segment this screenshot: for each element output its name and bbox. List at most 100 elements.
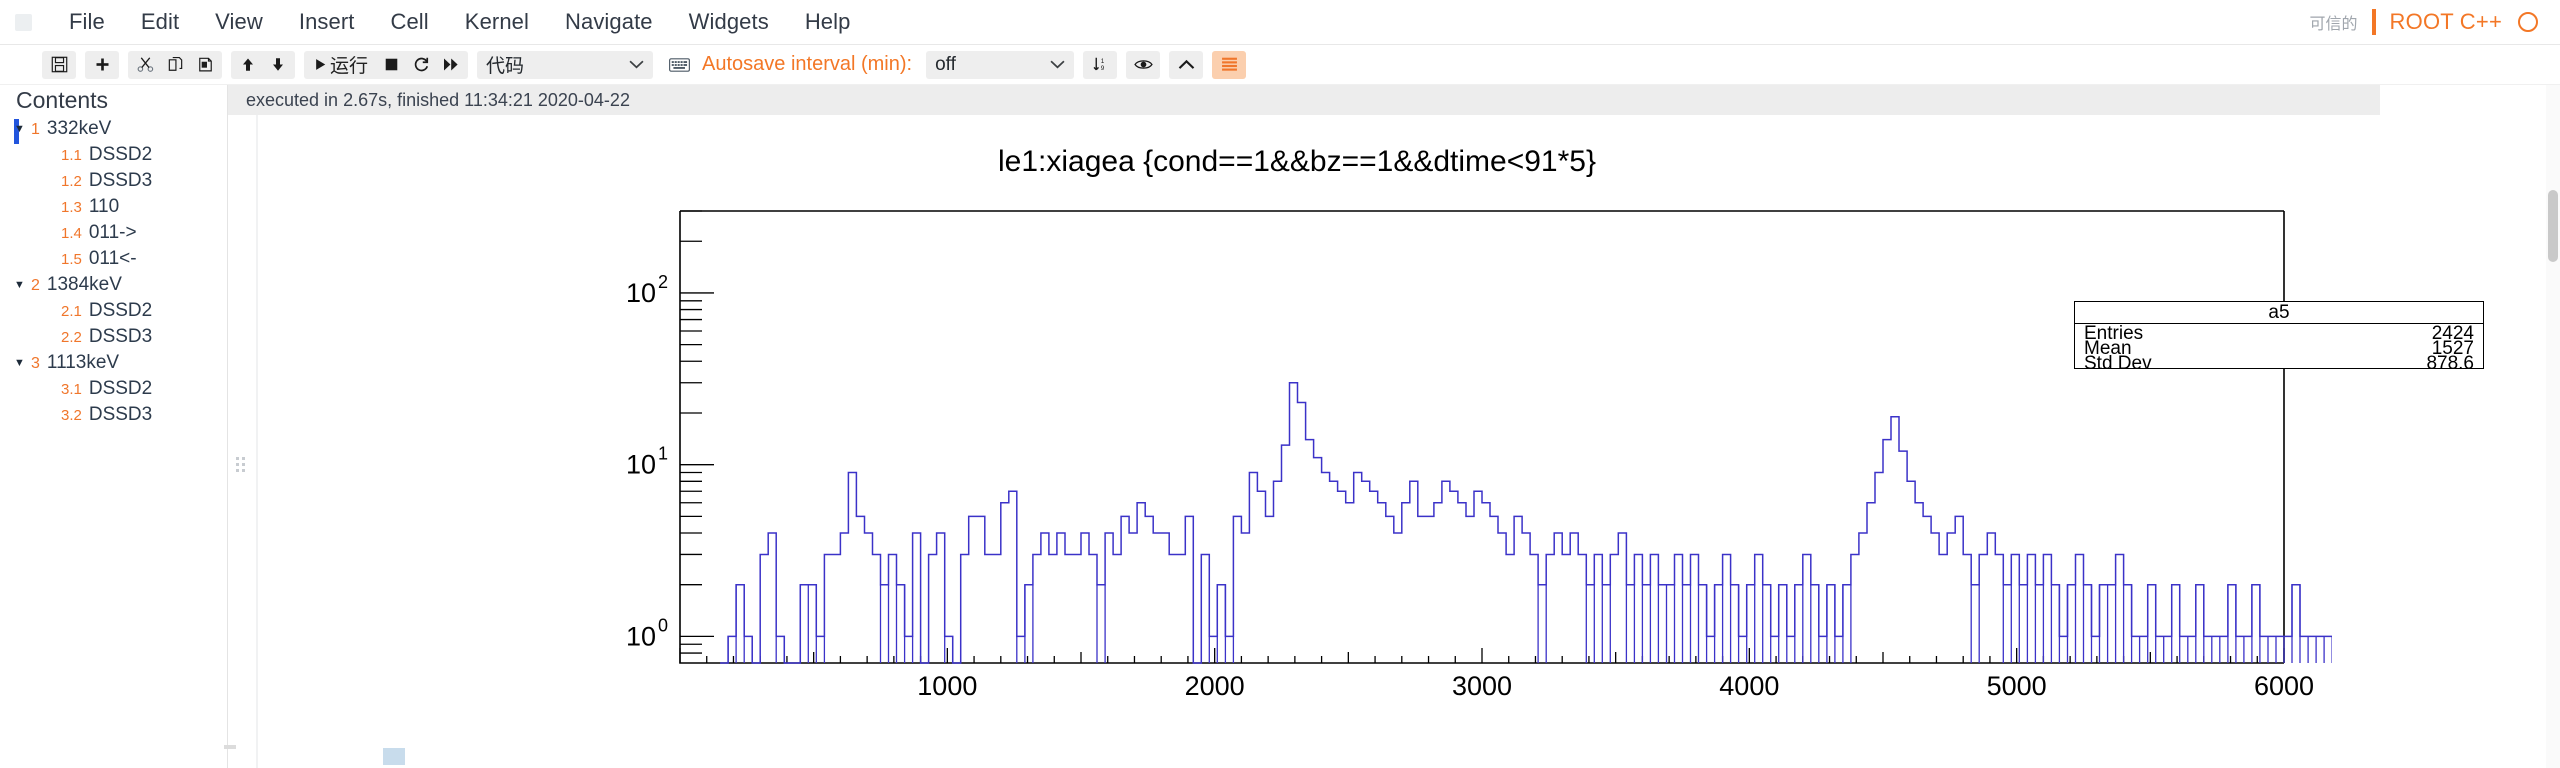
jupyter-notebook-window: File Edit View Insert Cell Kernel Naviga… — [0, 0, 2560, 768]
root-canvas-output: le1:xiagea {cond==1&&bz==1&&dtime<91*5} … — [262, 123, 2484, 748]
toc-item-1384kev[interactable]: ▼ 2 1384keV — [0, 274, 227, 300]
menu-item-edit[interactable]: Edit — [123, 5, 197, 39]
toolbar: 运行 代码 Autosave interval (min): off 1 9 — [0, 45, 2560, 85]
menu-item-view[interactable]: View — [197, 5, 281, 39]
toc-item-label: DSSD3 — [88, 326, 153, 347]
triangle-down-icon[interactable]: ▼ — [14, 358, 27, 369]
triangle-down-icon[interactable]: ▼ — [14, 124, 27, 135]
keyboard-icon[interactable] — [662, 50, 697, 79]
histogram-plot: 10 010 110 21000 2000 3000 4000 5000 6000 — [626, 210, 2332, 701]
toc-item-number: 2 — [31, 277, 40, 294]
svg-text:9: 9 — [1100, 65, 1104, 72]
paste-icon[interactable] — [190, 52, 220, 78]
scissors-icon[interactable] — [130, 52, 160, 78]
run-button-label: 运行 — [330, 56, 369, 77]
toolbar-group-move — [231, 50, 295, 79]
menu-item-insert[interactable]: Insert — [281, 5, 373, 39]
toc-item-number: 3.1 — [61, 381, 82, 398]
menu-item-cell[interactable]: Cell — [372, 5, 446, 39]
toc-item-dssd3[interactable]: ▼2.2DSSD3 — [0, 326, 227, 352]
toggle-line-numbers-icon[interactable]: 1 9 — [1083, 50, 1118, 79]
fast-forward-icon[interactable] — [436, 52, 466, 78]
toc-item-dssd3[interactable]: ▼3.2DSSD3 — [0, 404, 227, 430]
toc-item-dssd2[interactable]: ▼3.1DSSD2 — [0, 378, 227, 404]
table-of-contents-icon[interactable] — [1212, 50, 1247, 79]
svg-text:1000: 1000 — [917, 671, 977, 701]
toolbar-group-insert — [85, 50, 119, 79]
eye-icon[interactable] — [1126, 50, 1161, 79]
toc-item-label: DSSD2 — [88, 378, 153, 399]
chevron-up-icon[interactable] — [1169, 50, 1204, 79]
toc-item-number: 1.5 — [61, 251, 82, 268]
toc-item-label: DSSD3 — [88, 170, 153, 191]
toc-item-011-[interactable]: ▼1.5011<- — [0, 248, 227, 274]
toc-item-label: 1113keV — [46, 352, 120, 373]
menu-bar-right: 可信的 ROOT C++ — [2310, 9, 2560, 35]
vertical-scrollbar-track[interactable] — [2546, 85, 2560, 768]
svg-text:10: 10 — [626, 278, 656, 308]
save-disk-icon[interactable] — [44, 52, 74, 78]
toc-item-dssd3[interactable]: ▼1.2DSSD3 — [0, 170, 227, 196]
stats-box-title: a5 — [2075, 302, 2483, 324]
svg-text:10: 10 — [626, 621, 656, 651]
menu-item-file[interactable]: File — [51, 5, 123, 39]
sidebar-scrollbar-thumb[interactable] — [224, 745, 236, 749]
plus-icon[interactable] — [87, 52, 117, 78]
menu-item-navigate[interactable]: Navigate — [547, 5, 671, 39]
arrow-up-icon[interactable] — [233, 52, 263, 78]
notebook-cell-column: executed in 2.67s, finished 11:34:21 202… — [228, 85, 2560, 768]
table-of-contents-panel: Contents ▼1332keV▼1.1DSSD2▼1.2DSSD3▼1.31… — [0, 85, 228, 768]
svg-text:10: 10 — [626, 450, 656, 480]
toc-item-number: 2.1 — [61, 303, 82, 320]
cell-execution-bar: executed in 2.67s, finished 11:34:21 202… — [228, 85, 2380, 115]
stats-box: a5 Entries 2424 Mean 1527 Std Dev 878.6 — [2074, 301, 2484, 373]
vertical-scrollbar-thumb[interactable] — [2548, 190, 2558, 262]
copy-icon[interactable] — [160, 52, 190, 78]
stop-square-icon[interactable] — [376, 52, 406, 78]
menu-bar: File Edit View Insert Cell Kernel Naviga… — [0, 0, 2560, 45]
toc-item-number: 1 — [31, 121, 40, 138]
toc-title: Contents — [16, 87, 109, 113]
toc-item-label: 110 — [88, 196, 120, 217]
menu-item-widgets[interactable]: Widgets — [671, 5, 787, 39]
toc-item-011-[interactable]: ▼1.4011-> — [0, 222, 227, 248]
kernel-idle-circle-icon[interactable] — [2518, 12, 2538, 32]
triangle-down-icon[interactable]: ▼ — [14, 280, 27, 291]
svg-text:3000: 3000 — [1452, 671, 1512, 701]
output-prompt-placeholder — [383, 745, 405, 765]
svg-text:2: 2 — [658, 272, 668, 292]
kernel-name-label: ROOT C++ — [2389, 9, 2502, 34]
toc-item-1113kev[interactable]: ▼ 3 1113keV — [0, 352, 227, 378]
svg-text:6000: 6000 — [2254, 671, 2314, 701]
toc-item-label: DSSD2 — [88, 144, 153, 165]
toc-item-332kev[interactable]: ▼ 1 332keV — [0, 118, 227, 144]
toc-item-dssd2[interactable]: ▼1.1DSSD2 — [0, 144, 227, 170]
toc-item-number: 3 — [31, 355, 40, 372]
svg-text:2000: 2000 — [1185, 671, 1245, 701]
cell-execution-status: executed in 2.67s, finished 11:34:21 202… — [246, 89, 630, 110]
toc-item-110[interactable]: ▼1.3110 — [0, 196, 227, 222]
autosave-interval-value: off — [935, 53, 956, 75]
svg-text:0: 0 — [658, 615, 668, 635]
cell-type-select[interactable]: 代码 — [477, 50, 654, 79]
toolbar-group-run: 运行 — [304, 50, 469, 79]
jupyter-logo-icon[interactable] — [3, 2, 43, 42]
cell-drag-handle[interactable] — [236, 457, 248, 477]
autosave-interval-label: Autosave interval (min): — [702, 53, 913, 75]
toc-item-label: DSSD2 — [88, 300, 153, 321]
toc-item-number: 1.4 — [61, 225, 82, 242]
stats-row: Std Dev 878.6 — [2075, 354, 2483, 373]
restart-circle-icon[interactable] — [406, 52, 436, 78]
toc-item-label: 1384keV — [46, 274, 122, 295]
stats-box-rows: Entries 2424 Mean 1527 Std Dev 878.6 — [2075, 324, 2483, 373]
toc-item-number: 2.2 — [61, 329, 82, 346]
run-button[interactable]: 运行 — [306, 52, 376, 78]
arrow-down-icon[interactable] — [263, 52, 293, 78]
stats-row: Entries 2424 — [2075, 324, 2483, 343]
menu-item-kernel[interactable]: Kernel — [447, 5, 547, 39]
toc-item-number: 1.3 — [61, 199, 82, 216]
toc-item-dssd2[interactable]: ▼2.1DSSD2 — [0, 300, 227, 326]
autosave-interval-select[interactable]: off — [926, 50, 1075, 79]
toolbar-group-save — [42, 50, 76, 79]
menu-item-help[interactable]: Help — [787, 5, 869, 39]
